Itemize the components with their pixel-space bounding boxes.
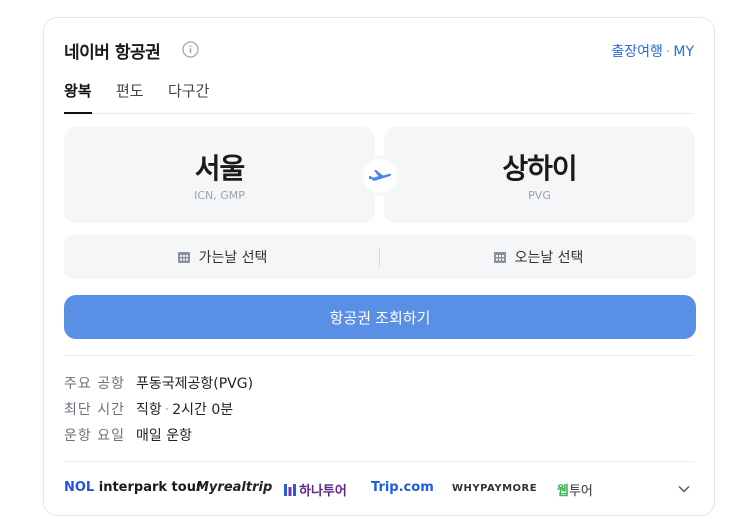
trip-type-tabs: 왕복 편도 다구간 — [64, 78, 694, 114]
header-links: 출장여행 · MY — [611, 41, 694, 61]
tab-one-way[interactable]: 편도 — [116, 80, 144, 111]
search-flights-button[interactable]: 항공권 조회하기 — [64, 295, 696, 339]
divider — [64, 355, 694, 356]
shortest-separator: · — [164, 402, 170, 418]
chevron-down-icon[interactable] — [676, 481, 692, 497]
airport-label: 주요 공항 — [64, 376, 125, 392]
partner-hanatour[interactable]: 하나투어 — [284, 480, 347, 499]
route-info: 주요 공항 푸동국제공항(PVG) 최단 시간 직항 · 2시간 0분 운항 요일 매일 … — [64, 373, 564, 451]
tab-round-trip[interactable]: 왕복 — [64, 80, 92, 114]
calendar-icon — [177, 252, 190, 263]
arrival-city-name: 상하이 — [502, 152, 577, 185]
info-row-days: 운항 요일 매일 운항 — [64, 425, 564, 451]
link-separator: · — [665, 44, 671, 60]
departure-city-name: 서울 — [194, 152, 246, 185]
return-date-label: 오는날 선택 — [514, 250, 584, 266]
departure-airport-codes: ICN, GMP — [194, 189, 245, 202]
shortest-value: 직항 · 2시간 0분 — [136, 402, 233, 418]
days-value: 매일 운항 — [136, 428, 192, 444]
info-row-airport: 주요 공항 푸동국제공항(PVG) — [64, 373, 564, 399]
calendar-icon — [493, 252, 506, 263]
info-row-shortest: 최단 시간 직항 · 2시간 0분 — [64, 399, 564, 425]
my-link[interactable]: MY — [673, 44, 694, 60]
date-selector: 가는날 선택 오는날 선택 — [64, 235, 696, 279]
partner-trip-com[interactable]: Trip.com — [371, 480, 434, 495]
info-icon[interactable] — [182, 41, 199, 58]
card-header: 네이버 항공권 출장여행 · MY — [64, 38, 694, 64]
flight-search-card: 네이버 항공권 출장여행 · MY 왕복 편도 다구간 서울 ICN, GMP 상하… — [43, 17, 715, 516]
arrival-airport-codes: PVG — [528, 189, 551, 202]
partner-webtour[interactable]: 웹투어 — [557, 480, 593, 499]
tab-multi-city[interactable]: 다구간 — [168, 80, 209, 111]
webtour-prefix: 웹 — [557, 484, 569, 499]
shortest-type: 직항 — [136, 402, 162, 418]
return-date-button[interactable]: 오는날 선택 — [380, 235, 696, 279]
airplane-icon — [369, 170, 392, 181]
partner-whypaymore[interactable]: WHYPAYMORE — [452, 483, 537, 494]
hanatour-text: 하나투어 — [299, 484, 347, 499]
arrival-city-button[interactable]: 상하이 PVG — [384, 127, 695, 223]
shortest-time: 2시간 0분 — [172, 402, 234, 418]
card-title: 네이버 항공권 — [64, 43, 161, 63]
partner-myrealtrip[interactable]: Myrealtrip — [196, 480, 272, 495]
airport-value: 푸동국제공항(PVG) — [136, 376, 254, 392]
departure-city-button[interactable]: 서울 ICN, GMP — [64, 127, 375, 223]
departure-date-label: 가는날 선택 — [198, 250, 268, 266]
hanatour-logo-icon — [284, 484, 296, 496]
partner-logos: NOL interpark tour Myrealtrip 하나투어 Trip.… — [64, 476, 694, 502]
webtour-suffix: 투어 — [568, 484, 593, 499]
shortest-label: 최단 시간 — [64, 402, 125, 418]
divider — [64, 461, 694, 462]
nol-rest: interpark tour — [94, 480, 203, 495]
business-travel-link[interactable]: 출장여행 — [611, 44, 663, 60]
route-selector: 서울 ICN, GMP 상하이 PVG — [64, 127, 696, 223]
nol-prefix: NOL — [64, 480, 95, 495]
partner-nol-interpark[interactable]: NOL interpark tour — [64, 480, 202, 495]
departure-date-button[interactable]: 가는날 선택 — [64, 235, 380, 279]
swap-route-button[interactable] — [360, 156, 400, 196]
days-label: 운항 요일 — [64, 428, 125, 444]
